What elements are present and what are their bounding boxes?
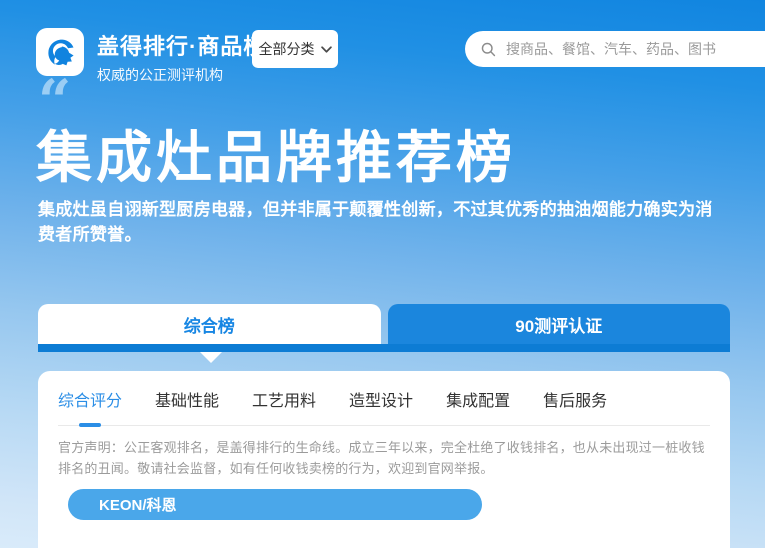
brand-title: 盖得排行·商品榜: [97, 29, 266, 61]
rank-item-brand-bar[interactable]: KEON/科恩: [68, 489, 482, 520]
search-bar[interactable]: [465, 31, 765, 67]
subtab-overall-score[interactable]: 综合评分: [58, 387, 122, 425]
page-description: 集成灶虽自诩新型厨房电器，但并非属于颠覆性创新，不过其优秀的抽油烟能力确实为消费…: [38, 197, 728, 247]
official-statement: 官方声明：公正客观排名，是盖得排行的生命线。成立三年以来，完全杜绝了收钱排名，也…: [58, 437, 710, 479]
page-title: 集成灶品牌推荐榜: [36, 127, 516, 189]
subtab-design[interactable]: 造型设计: [349, 387, 413, 425]
subtab-materials-label: 工艺用料: [252, 393, 316, 410]
subtabs-divider: [58, 425, 710, 426]
search-icon: [480, 41, 497, 58]
subtab-integration-config[interactable]: 集成配置: [446, 387, 510, 425]
active-subtab-indicator: [79, 423, 101, 427]
main-tabs: 综合榜 90测评认证: [38, 304, 730, 344]
chevron-down-icon: [321, 46, 332, 53]
page: 盖得排行·商品榜 权威的公正测评机构 全部分类 “ 集成灶品牌推荐榜 集成灶虽自…: [0, 0, 765, 548]
active-tab-pointer: [200, 352, 222, 363]
tab-comprehensive-list-label: 综合榜: [184, 312, 235, 337]
tab-strip: [38, 344, 730, 352]
all-categories-label: 全部分类: [259, 39, 315, 59]
quote-icon: “: [38, 72, 71, 130]
rank-item-brand-label: KEON/科恩: [99, 494, 177, 515]
brand-block: 盖得排行·商品榜 权威的公正测评机构: [97, 29, 266, 85]
tab-90-certification-label: 90测评认证: [515, 312, 602, 337]
lion-icon: [40, 32, 80, 72]
subtab-basic-performance[interactable]: 基础性能: [155, 387, 219, 425]
subtab-overall-score-label: 综合评分: [58, 393, 122, 410]
all-categories-button[interactable]: 全部分类: [252, 30, 338, 68]
subtab-after-sales-label: 售后服务: [543, 393, 607, 410]
search-input[interactable]: [506, 41, 756, 57]
brand-subtitle: 权威的公正测评机构: [97, 65, 266, 85]
tab-comprehensive-list[interactable]: 综合榜: [38, 304, 381, 344]
content-panel: 综合评分 基础性能 工艺用料 造型设计 集成配置 售后服务 官方声明：公正客观排…: [38, 371, 730, 548]
subtab-materials[interactable]: 工艺用料: [252, 387, 316, 425]
subtab-integration-config-label: 集成配置: [446, 393, 510, 410]
score-subtabs: 综合评分 基础性能 工艺用料 造型设计 集成配置 售后服务: [38, 371, 730, 425]
subtab-after-sales[interactable]: 售后服务: [543, 387, 607, 425]
subtab-design-label: 造型设计: [349, 393, 413, 410]
tab-90-certification[interactable]: 90测评认证: [388, 304, 731, 344]
subtab-basic-performance-label: 基础性能: [155, 393, 219, 410]
